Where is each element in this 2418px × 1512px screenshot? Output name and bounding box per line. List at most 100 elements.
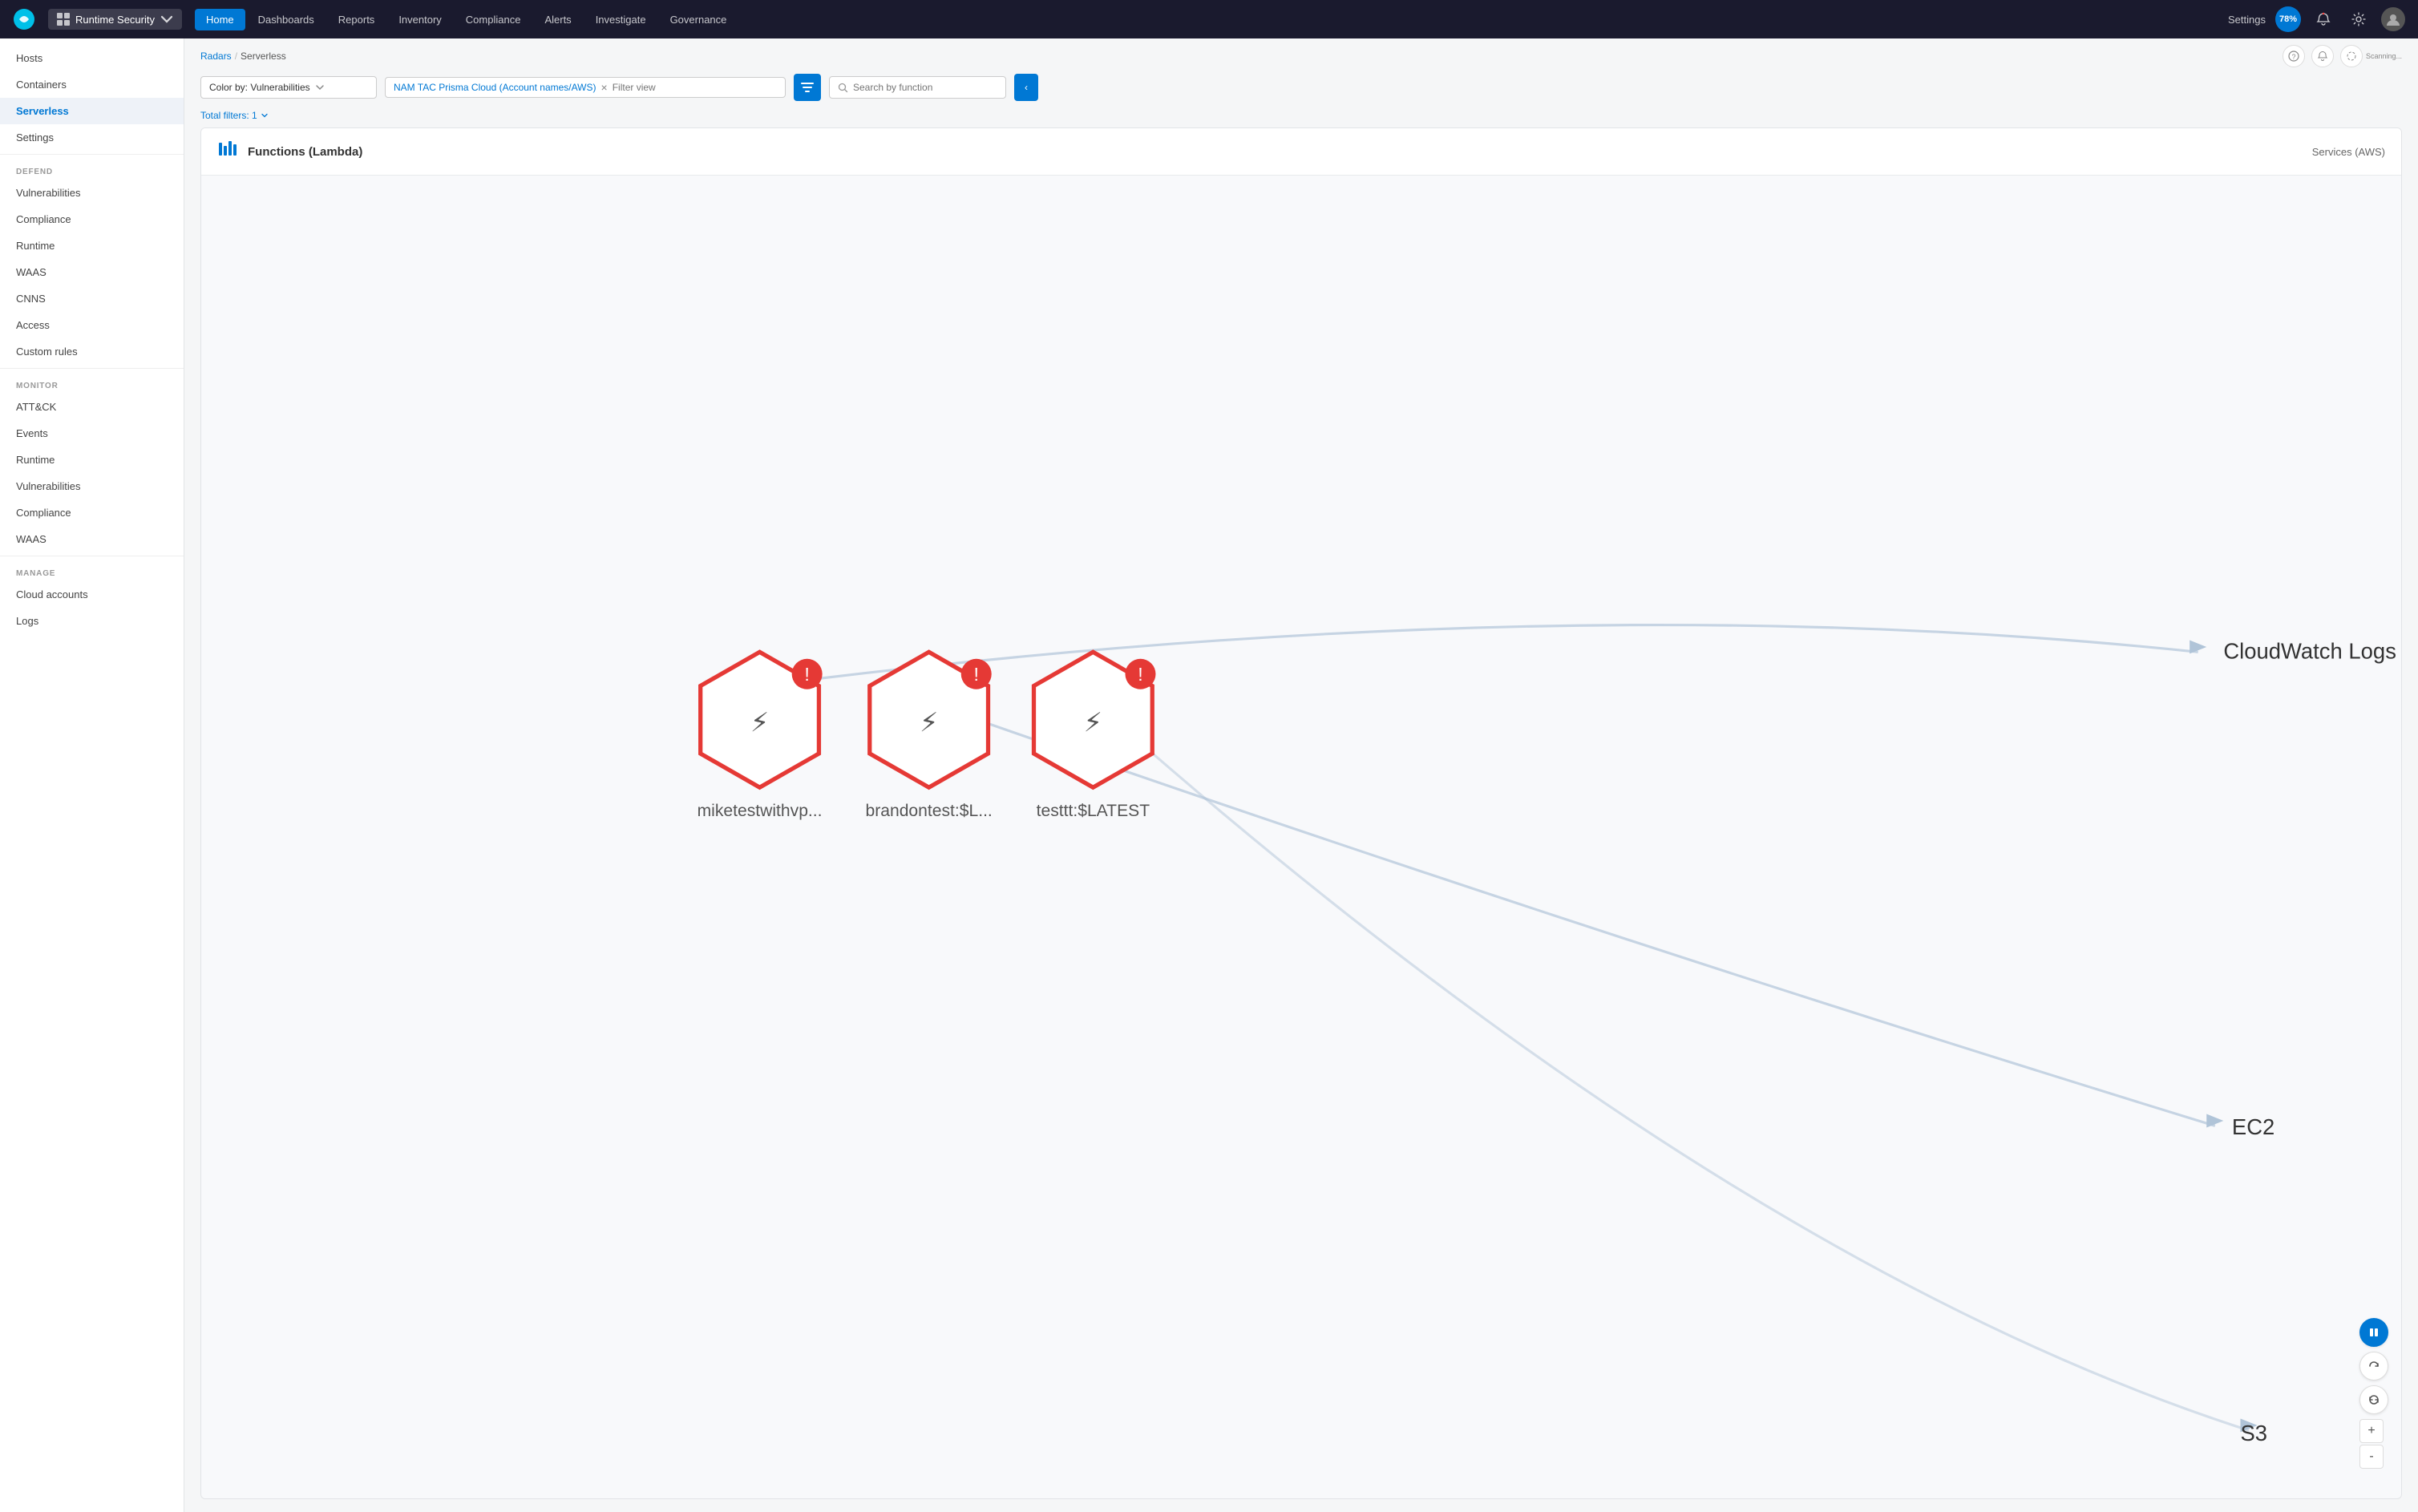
help-icon[interactable]: ?: [2283, 45, 2305, 67]
sidebar-item-monitor-runtime[interactable]: Runtime: [0, 447, 184, 473]
radar-title-icon: [217, 138, 240, 165]
nav-home[interactable]: Home: [195, 9, 245, 30]
service-ec2: EC2: [2232, 1114, 2274, 1139]
notifications-icon[interactable]: [2311, 6, 2336, 32]
search-function-input[interactable]: [853, 82, 997, 93]
zoom-controls: + -: [2359, 1419, 2388, 1469]
main-layout: Hosts Containers Serverless Settings DEF…: [0, 38, 2418, 1512]
sidebar-item-defend-waas[interactable]: WAAS: [0, 259, 184, 285]
collapse-panel-button[interactable]: ‹: [1014, 74, 1038, 101]
nav-compliance[interactable]: Compliance: [455, 9, 532, 30]
sidebar-section-defend: DEFEND: [0, 158, 184, 180]
svg-text:⚡: ⚡: [750, 704, 769, 739]
radar-functions-title: Functions (Lambda): [248, 145, 362, 159]
chevron-down-icon: [315, 83, 325, 92]
search-box: [829, 76, 1006, 99]
svg-text:!: !: [974, 664, 979, 685]
nav-links: Home Dashboards Reports Inventory Compli…: [195, 9, 2222, 30]
scanning-text: Scanning...: [2366, 52, 2402, 60]
lambda-node-2[interactable]: ⚡ brandontest:$L... !: [865, 652, 992, 820]
svg-text:!: !: [804, 664, 809, 685]
radar-canvas-area: Functions (Lambda) Services (AWS): [200, 127, 2402, 1499]
play-pause-button[interactable]: [2359, 1318, 2388, 1347]
sidebar-item-defend-vulnerabilities[interactable]: Vulnerabilities: [0, 180, 184, 206]
scanning-badge[interactable]: [2340, 45, 2363, 67]
sidebar-item-manage-logs[interactable]: Logs: [0, 608, 184, 634]
sidebar-item-monitor-attck[interactable]: ATT&CK: [0, 394, 184, 420]
service-cloudwatch: CloudWatch Logs: [2223, 639, 2396, 664]
color-select[interactable]: Color by: Vulnerabilities: [200, 76, 377, 99]
radar-title: Functions (Lambda): [217, 138, 362, 165]
nav-investigate[interactable]: Investigate: [584, 9, 657, 30]
sidebar-section-manage: MANAGE: [0, 560, 184, 581]
breadcrumb-parent[interactable]: Radars: [200, 51, 232, 62]
sidebar-item-monitor-waas[interactable]: WAAS: [0, 526, 184, 552]
refresh-icon[interactable]: [2359, 1352, 2388, 1381]
sidebar-item-monitor-vulnerabilities[interactable]: Vulnerabilities: [0, 473, 184, 499]
filter-button[interactable]: [794, 74, 821, 101]
app-selector[interactable]: Runtime Security: [48, 9, 182, 30]
breadcrumb: Radars / Serverless: [200, 51, 286, 62]
toolbar: Color by: Vulnerabilities NAM TAC Prisma…: [184, 67, 2418, 109]
settings-link[interactable]: Settings: [2228, 14, 2266, 26]
filter-view-input[interactable]: [613, 82, 777, 93]
sidebar-item-containers[interactable]: Containers: [0, 71, 184, 98]
nav-alerts[interactable]: Alerts: [533, 9, 582, 30]
color-select-label: Color by: Vulnerabilities: [209, 82, 310, 93]
sidebar-item-manage-cloud-accounts[interactable]: Cloud accounts: [0, 581, 184, 608]
radar-visualization: CloudWatch Logs EC2 S3 ⚡ miketestwithvp.…: [201, 176, 2401, 1499]
sidebar-item-monitor-compliance[interactable]: Compliance: [0, 499, 184, 526]
svg-text:!: !: [1138, 664, 1142, 685]
zoom-out-button[interactable]: -: [2359, 1445, 2384, 1469]
breadcrumb-current: Serverless: [241, 51, 286, 62]
nav-inventory[interactable]: Inventory: [387, 9, 452, 30]
app-logo[interactable]: [13, 8, 35, 30]
sidebar-item-defend-access[interactable]: Access: [0, 312, 184, 338]
sidebar-item-defend-compliance[interactable]: Compliance: [0, 206, 184, 232]
total-filters-text: Total filters: 1: [200, 110, 257, 121]
total-filters-link[interactable]: Total filters: 1: [200, 110, 269, 121]
alert-bell-icon[interactable]: [2311, 45, 2334, 67]
lambda-node-1[interactable]: ⚡ miketestwithvp... !: [698, 652, 823, 820]
svg-text:brandontest:$L...: brandontest:$L...: [865, 802, 992, 820]
svg-text:?: ?: [2291, 53, 2295, 61]
svg-text:⚡: ⚡: [1084, 704, 1102, 739]
filter-tag-remove[interactable]: ×: [601, 82, 608, 93]
nav-dashboards[interactable]: Dashboards: [247, 9, 326, 30]
sidebar-item-defend-custom-rules[interactable]: Custom rules: [0, 338, 184, 365]
search-icon: [838, 83, 848, 93]
main-content: Radars / Serverless ? Scanning... Colo: [184, 38, 2418, 1512]
sidebar-section-monitor: MONITOR: [0, 372, 184, 394]
radar-header: Functions (Lambda) Services (AWS): [201, 128, 2401, 176]
sidebar-item-serverless[interactable]: Serverless: [0, 98, 184, 124]
chevron-down-icon: [160, 12, 174, 26]
top-navigation: Runtime Security Home Dashboards Reports…: [0, 0, 2418, 38]
filter-tag-value: NAM TAC Prisma Cloud (Account names/AWS): [394, 82, 596, 93]
sidebar-item-settings[interactable]: Settings: [0, 124, 184, 151]
service-s3: S3: [2240, 1421, 2267, 1445]
chevron-down-small-icon: [261, 111, 269, 119]
app-name: Runtime Security: [75, 14, 155, 26]
radar-svg: CloudWatch Logs EC2 S3 ⚡ miketestwithvp.…: [201, 176, 2401, 1499]
zoom-in-button[interactable]: +: [2359, 1419, 2384, 1443]
sidebar-item-monitor-events[interactable]: Events: [0, 420, 184, 447]
sidebar-item-hosts[interactable]: Hosts: [0, 45, 184, 71]
filter-tag-container: NAM TAC Prisma Cloud (Account names/AWS)…: [385, 77, 786, 98]
breadcrumb-separator: /: [235, 51, 237, 62]
services-label: Services (AWS): [2312, 146, 2385, 158]
svg-text:testtt:$LATEST: testtt:$LATEST: [1037, 802, 1150, 820]
svg-text:⚡: ⚡: [920, 704, 938, 739]
sync-icon[interactable]: [2359, 1385, 2388, 1414]
sidebar-item-defend-cnns[interactable]: CNNS: [0, 285, 184, 312]
lambda-node-3[interactable]: ⚡ testtt:$LATEST !: [1033, 652, 1155, 820]
total-filters-row: Total filters: 1: [184, 109, 2418, 127]
sidebar: Hosts Containers Serverless Settings DEF…: [0, 38, 184, 1512]
svg-text:miketestwithvp...: miketestwithvp...: [698, 802, 823, 820]
nav-reports[interactable]: Reports: [327, 9, 386, 30]
score-badge[interactable]: 78%: [2275, 6, 2301, 32]
avatar[interactable]: [2381, 7, 2405, 31]
sidebar-item-defend-runtime[interactable]: Runtime: [0, 232, 184, 259]
settings-gear-icon[interactable]: [2346, 6, 2372, 32]
nav-governance[interactable]: Governance: [659, 9, 738, 30]
radar-controls: + -: [2359, 1318, 2388, 1469]
